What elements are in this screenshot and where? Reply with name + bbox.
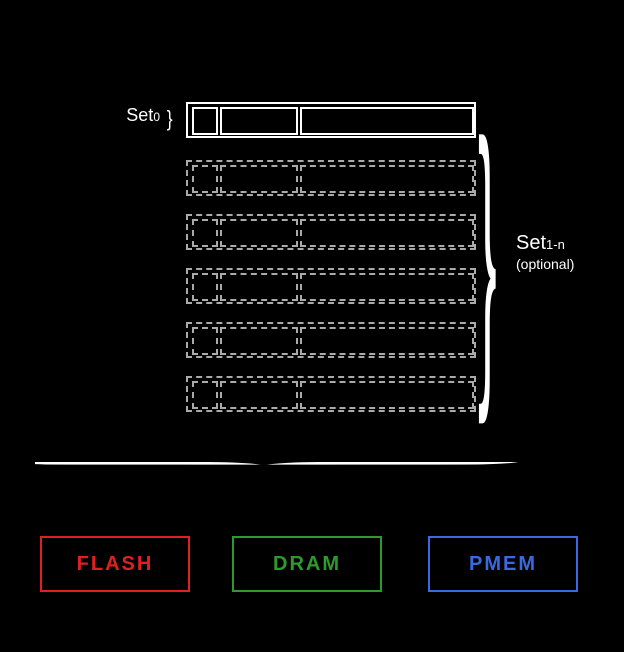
set3-cell-0 — [192, 273, 218, 301]
memory-dram-box: DRAM — [232, 536, 382, 592]
set0-row — [186, 102, 476, 138]
set2-row — [186, 214, 476, 250]
set3-row — [186, 268, 476, 304]
set0-label-sub: 0 — [153, 110, 160, 124]
set1n-label-sub: 1-n — [546, 237, 565, 252]
memory-flash-box: FLASH — [40, 536, 190, 592]
set4-row — [186, 322, 476, 358]
set3-cell-1 — [220, 273, 298, 301]
set2-cell-0 — [192, 219, 218, 247]
set0-cell-1 — [220, 107, 298, 135]
set0-cell-0 — [192, 107, 218, 135]
set1-row — [186, 160, 476, 196]
memory-pmem-label: PMEM — [469, 553, 537, 576]
memory-flash-label: FLASH — [77, 553, 154, 576]
memory-dram-label: DRAM — [273, 553, 341, 576]
set2-cell-2 — [300, 219, 474, 247]
set1-cell-1 — [220, 165, 298, 193]
set5-cell-2 — [300, 381, 474, 409]
set1-cell-2 — [300, 165, 474, 193]
set3-cell-2 — [300, 273, 474, 301]
set1-cell-0 — [192, 165, 218, 193]
set1n-optional: (optional) — [516, 256, 574, 272]
brace-bottom: } — [35, 462, 589, 465]
set1n-label-main: Set — [516, 232, 546, 254]
set4-cell-1 — [220, 327, 298, 355]
brace-right: } — [478, 97, 497, 407]
brace-set0: } — [167, 106, 173, 132]
brace-bottom-glyph: } — [292, 462, 332, 465]
set5-row — [186, 376, 476, 412]
set2-cell-1 — [220, 219, 298, 247]
set0-cell-2 — [300, 107, 474, 135]
set5-cell-1 — [220, 381, 298, 409]
set4-cell-2 — [300, 327, 474, 355]
set0-label-main: Set — [126, 105, 153, 125]
set0-label: Set0 — [110, 106, 160, 126]
memory-pmem-box: PMEM — [428, 536, 578, 592]
set5-cell-0 — [192, 381, 218, 409]
set4-cell-0 — [192, 327, 218, 355]
set1n-label: Set1-n — [516, 232, 565, 255]
